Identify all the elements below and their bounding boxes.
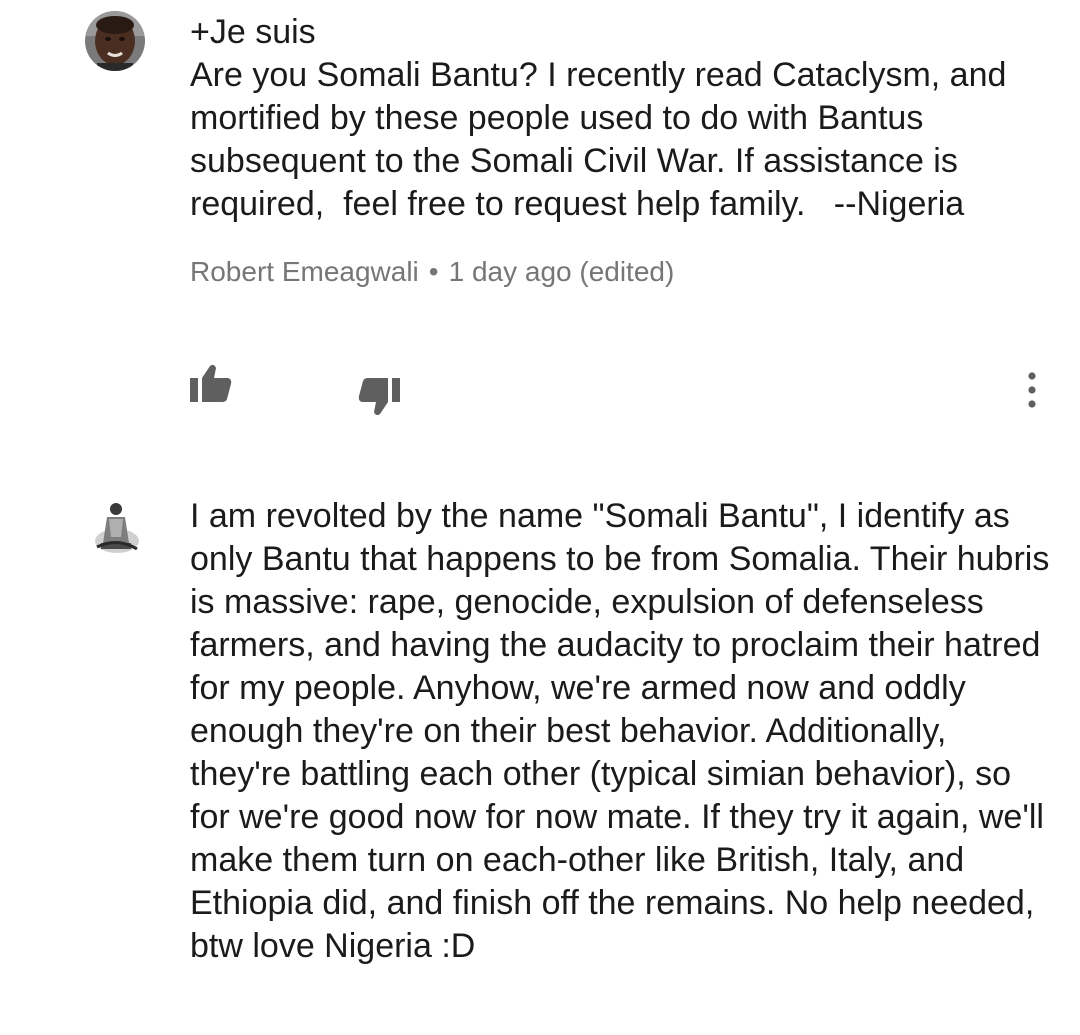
comment-time: 1 day ago (edited) bbox=[448, 256, 675, 287]
avatar-photo bbox=[85, 11, 145, 71]
comment-text: I am revolted by the name "Somali Bantu"… bbox=[190, 497, 1059, 965]
avatar[interactable] bbox=[85, 11, 145, 71]
author-name[interactable]: Robert Emeagwali bbox=[190, 256, 419, 287]
comment-meta: Robert Emeagwali • 1 day ago (edited) bbox=[190, 256, 1050, 288]
more-vertical-icon[interactable] bbox=[1023, 372, 1041, 413]
comment-text: +Je suis Are you Somali Bantu? I recentl… bbox=[190, 13, 1007, 223]
meta-separator: • bbox=[428, 256, 439, 287]
comment-body: I am revolted by the name "Somali Bantu"… bbox=[190, 495, 1050, 968]
comment-actions bbox=[0, 360, 1080, 420]
thumbs-up-icon[interactable] bbox=[188, 364, 232, 409]
avatar-photo bbox=[87, 497, 147, 557]
avatar[interactable] bbox=[87, 497, 147, 557]
comment-body: +Je suis Are you Somali Bantu? I recentl… bbox=[190, 11, 1050, 288]
thumbs-down-icon[interactable] bbox=[358, 376, 402, 421]
